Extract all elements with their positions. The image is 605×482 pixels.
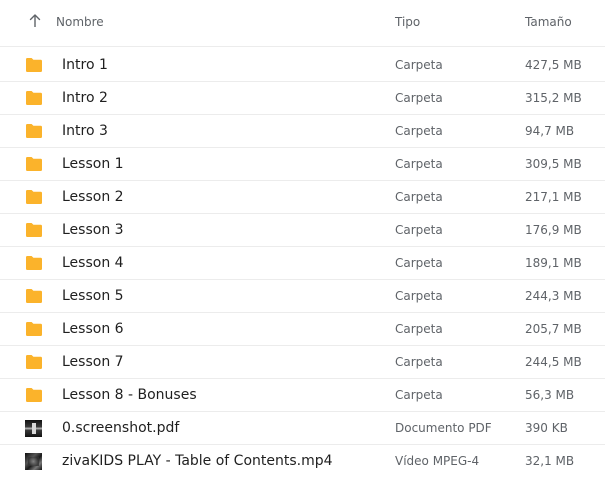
folder-icon <box>25 321 43 337</box>
file-size: 32,1 MB <box>525 454 575 468</box>
file-name[interactable]: Lesson 6 <box>62 321 124 337</box>
file-type: Carpeta <box>395 58 443 72</box>
file-row[interactable]: 0.screenshot.pdf Documento PDF 390 KB <box>0 412 605 445</box>
file-size: 56,3 MB <box>525 388 575 402</box>
file-type: Carpeta <box>395 157 443 171</box>
file-type: Carpeta <box>395 256 443 270</box>
file-row[interactable]: Lesson 5 Carpeta 244,3 MB <box>0 280 605 313</box>
file-type: Carpeta <box>395 91 443 105</box>
file-type: Carpeta <box>395 190 443 204</box>
file-type: Carpeta <box>395 124 443 138</box>
file-row[interactable]: Lesson 7 Carpeta 244,5 MB <box>0 346 605 379</box>
file-list-header: Nombre Tipo Tamaño <box>0 0 605 47</box>
file-size: 244,5 MB <box>525 355 582 369</box>
file-size: 427,5 MB <box>525 58 582 72</box>
file-size: 205,7 MB <box>525 322 582 336</box>
file-name[interactable]: Lesson 1 <box>62 156 124 172</box>
sort-ascending-arrow-icon[interactable] <box>28 13 42 29</box>
file-row[interactable]: Lesson 4 Carpeta 189,1 MB <box>0 247 605 280</box>
file-type: Documento PDF <box>395 421 492 435</box>
file-type: Carpeta <box>395 223 443 237</box>
folder-icon <box>25 57 43 73</box>
folder-icon <box>25 387 43 403</box>
file-row[interactable]: Intro 2 Carpeta 315,2 MB <box>0 82 605 115</box>
file-size: 94,7 MB <box>525 124 575 138</box>
column-header-size[interactable]: Tamaño <box>525 14 572 30</box>
file-name[interactable]: Lesson 3 <box>62 222 124 238</box>
file-list: Intro 1 Carpeta 427,5 MB Intro 2 Carpeta 315,… <box>0 49 605 477</box>
file-size: 390 KB <box>525 421 568 435</box>
file-size: 189,1 MB <box>525 256 582 270</box>
file-type: Carpeta <box>395 388 443 402</box>
file-row[interactable]: Intro 1 Carpeta 427,5 MB <box>0 49 605 82</box>
file-row[interactable]: Lesson 2 Carpeta 217,1 MB <box>0 181 605 214</box>
file-row[interactable]: Lesson 1 Carpeta 309,5 MB <box>0 148 605 181</box>
file-type: Vídeo MPEG-4 <box>395 454 480 468</box>
folder-icon <box>25 123 43 139</box>
folder-icon <box>25 189 43 205</box>
file-name[interactable]: Intro 3 <box>62 123 108 139</box>
file-type: Carpeta <box>395 355 443 369</box>
video-thumbnail-icon <box>25 453 42 470</box>
file-size: 176,9 MB <box>525 223 582 237</box>
folder-icon <box>25 156 43 172</box>
file-name[interactable]: Intro 1 <box>62 57 108 73</box>
folder-icon <box>25 222 43 238</box>
pdf-thumbnail-icon <box>25 420 42 437</box>
file-size: 217,1 MB <box>525 190 582 204</box>
column-header-type[interactable]: Tipo <box>395 14 420 30</box>
folder-icon <box>25 288 43 304</box>
file-row[interactable]: zivaKIDS PLAY - Table of Contents.mp4 Víd… <box>0 445 605 477</box>
file-name[interactable]: 0.screenshot.pdf <box>62 420 179 436</box>
file-name[interactable]: Intro 2 <box>62 90 108 106</box>
folder-icon <box>25 90 43 106</box>
file-size: 309,5 MB <box>525 157 582 171</box>
file-row[interactable]: Lesson 3 Carpeta 176,9 MB <box>0 214 605 247</box>
file-row[interactable]: Lesson 8 - Bonuses Carpeta 56,3 MB <box>0 379 605 412</box>
file-name[interactable]: Lesson 7 <box>62 354 124 370</box>
column-header-name[interactable]: Nombre <box>56 14 104 30</box>
folder-icon <box>25 255 43 271</box>
file-name[interactable]: zivaKIDS PLAY - Table of Contents.mp4 <box>62 453 333 469</box>
file-type: Carpeta <box>395 289 443 303</box>
file-name[interactable]: Lesson 8 - Bonuses <box>62 387 197 403</box>
file-size: 244,3 MB <box>525 289 582 303</box>
file-row[interactable]: Lesson 6 Carpeta 205,7 MB <box>0 313 605 346</box>
file-type: Carpeta <box>395 322 443 336</box>
file-row[interactable]: Intro 3 Carpeta 94,7 MB <box>0 115 605 148</box>
file-name[interactable]: Lesson 4 <box>62 255 124 271</box>
file-size: 315,2 MB <box>525 91 582 105</box>
file-name[interactable]: Lesson 5 <box>62 288 124 304</box>
folder-icon <box>25 354 43 370</box>
file-name[interactable]: Lesson 2 <box>62 189 124 205</box>
